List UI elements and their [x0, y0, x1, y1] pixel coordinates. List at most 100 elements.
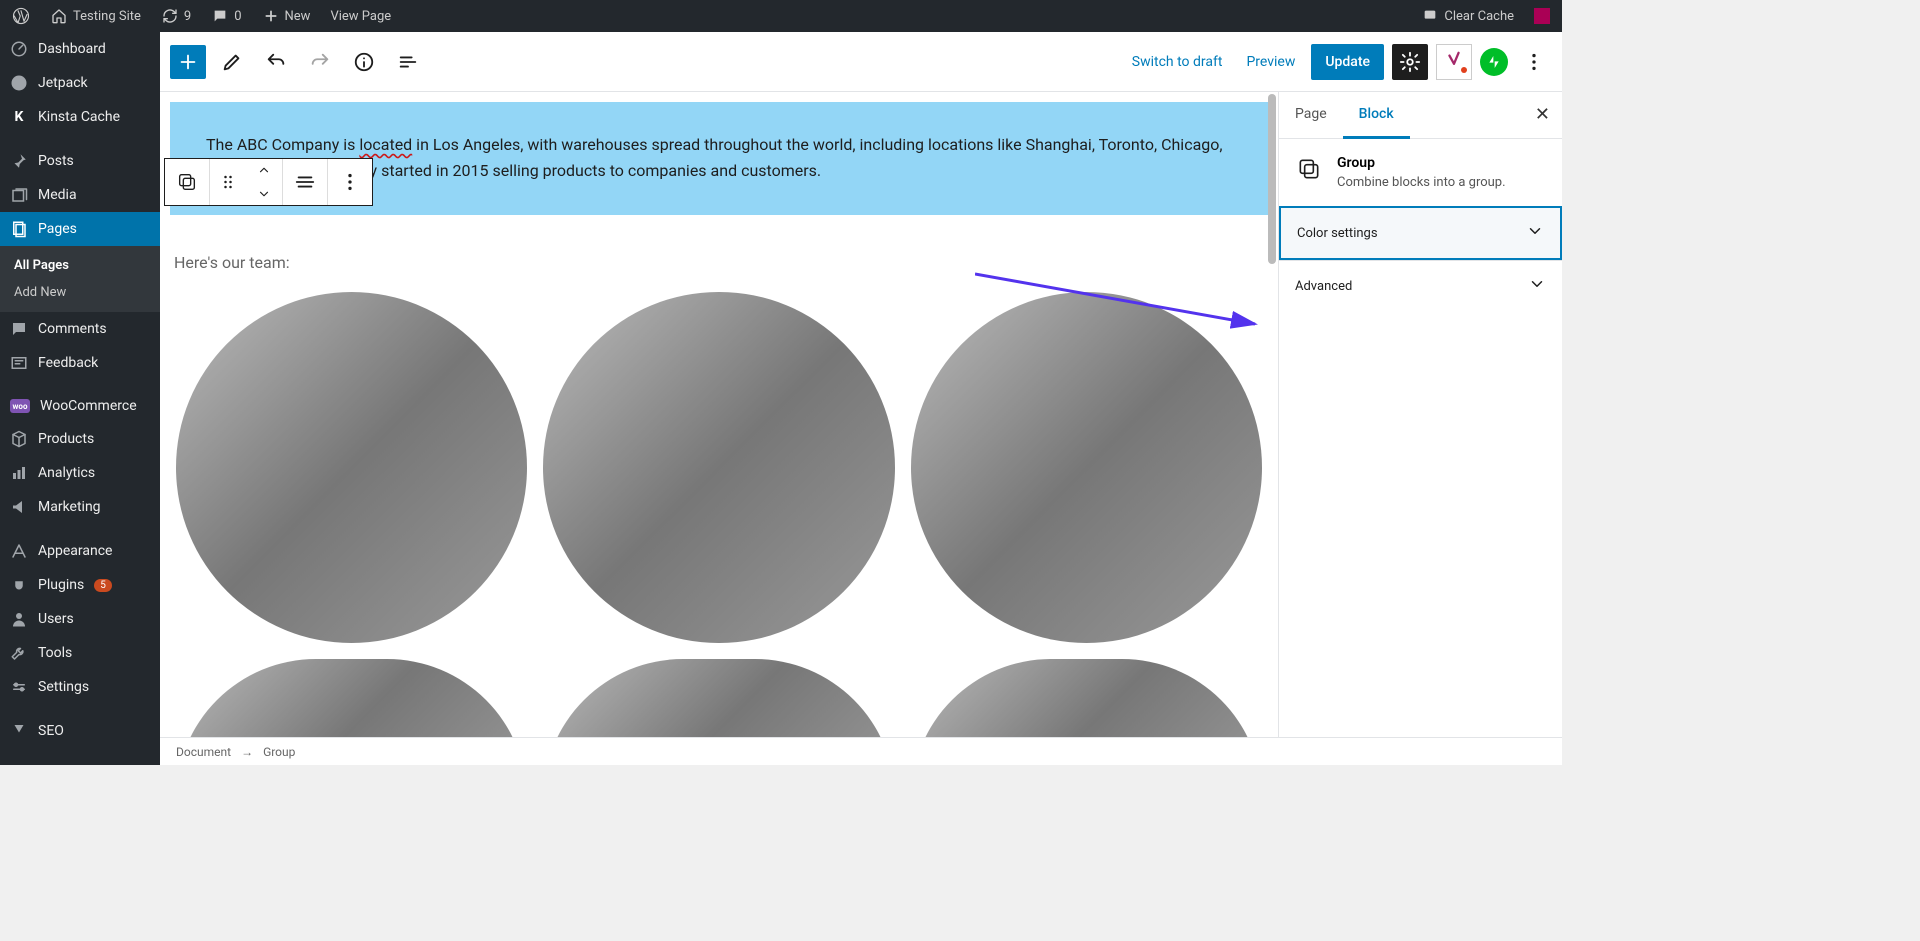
nav-label: Media	[38, 187, 77, 203]
nav-feedback[interactable]: Feedback	[0, 346, 160, 380]
block-inspector: Page Block ✕ Group Combine blocks into a…	[1278, 92, 1562, 737]
update-button[interactable]: Update	[1311, 44, 1384, 80]
tools-icon	[10, 644, 28, 662]
team-image[interactable]	[543, 659, 894, 737]
tab-block[interactable]: Block	[1343, 92, 1410, 139]
nav-appearance[interactable]: Appearance	[0, 534, 160, 568]
team-gallery[interactable]	[170, 292, 1268, 643]
new-link[interactable]: New	[258, 7, 315, 25]
nav-dashboard[interactable]: Dashboard	[0, 32, 160, 66]
block-description: Combine blocks into a group.	[1337, 175, 1506, 190]
nav-tools[interactable]: Tools	[0, 636, 160, 670]
home-icon	[50, 7, 68, 25]
nav-label: Dashboard	[38, 41, 106, 57]
team-image[interactable]	[543, 292, 894, 643]
team-gallery-row2[interactable]	[170, 659, 1268, 737]
breadcrumb: Document → Group	[160, 737, 1562, 765]
clear-cache-link[interactable]: Clear Cache	[1417, 7, 1518, 25]
site-name: Testing Site	[73, 9, 141, 24]
switch-to-draft-button[interactable]: Switch to draft	[1124, 44, 1231, 80]
nav-label: Settings	[38, 679, 89, 695]
tab-page[interactable]: Page	[1279, 92, 1343, 139]
users-icon	[10, 610, 28, 628]
nav-all-pages[interactable]: All Pages	[0, 252, 160, 279]
nav-plugins[interactable]: Plugins 5	[0, 568, 160, 602]
woo-icon: woo	[10, 399, 30, 413]
drag-handle[interactable]	[210, 159, 246, 205]
nav-label: Marketing	[38, 499, 101, 515]
add-block-button[interactable]	[170, 45, 206, 79]
settings-gear-button[interactable]	[1392, 44, 1428, 80]
breadcrumb-group[interactable]: Group	[263, 745, 295, 759]
color-settings-panel[interactable]: Color settings	[1279, 206, 1562, 260]
chevron-down-icon	[1526, 222, 1544, 244]
block-type-button[interactable]	[165, 159, 209, 205]
pin-icon	[10, 152, 28, 170]
nav-kinsta[interactable]: KKinsta Cache	[0, 100, 160, 134]
undo-button[interactable]	[258, 44, 294, 80]
wordpress-icon	[12, 7, 30, 25]
updates-link[interactable]: 9	[157, 7, 195, 25]
editor-canvas[interactable]: The ABC Company is located in Los Angele…	[160, 92, 1278, 737]
nav-jetpack[interactable]: Jetpack	[0, 66, 160, 100]
yoast-button[interactable]	[1436, 44, 1472, 80]
kinsta-icon: K	[10, 108, 28, 126]
editor-toolbar: Switch to draft Preview Update	[160, 32, 1562, 92]
breadcrumb-document[interactable]: Document	[176, 745, 231, 759]
nav-woocommerce[interactable]: wooWooCommerce	[0, 390, 160, 422]
site-link[interactable]: Testing Site	[46, 7, 145, 25]
media-icon	[10, 186, 28, 204]
admin-bar: Testing Site 9 0 New View Page Clear Cac…	[0, 0, 1562, 32]
nav-settings[interactable]: Settings	[0, 670, 160, 704]
nav-comments[interactable]: Comments	[0, 312, 160, 346]
nav-products[interactable]: Products	[0, 422, 160, 456]
nav-label: Products	[38, 431, 94, 447]
plugins-badge: 5	[94, 579, 112, 592]
marketing-icon	[10, 498, 28, 516]
advanced-panel[interactable]: Advanced	[1279, 260, 1562, 311]
team-image[interactable]	[911, 292, 1262, 643]
feedback-icon	[10, 354, 28, 372]
align-button[interactable]	[283, 159, 327, 205]
info-button[interactable]	[346, 44, 382, 80]
outline-button[interactable]	[390, 44, 426, 80]
scrollbar[interactable]	[1268, 94, 1276, 264]
team-image[interactable]	[176, 292, 527, 643]
jetpack-button[interactable]	[1480, 48, 1508, 76]
close-inspector-button[interactable]: ✕	[1523, 92, 1562, 138]
cache-icon	[1421, 7, 1439, 25]
team-heading[interactable]: Here's our team:	[174, 253, 1268, 272]
move-up-button[interactable]	[246, 158, 282, 182]
wp-logo[interactable]	[8, 7, 34, 25]
nav-media[interactable]: Media	[0, 178, 160, 212]
nav-posts[interactable]: Posts	[0, 144, 160, 178]
analytics-icon	[10, 464, 28, 482]
more-options-button[interactable]	[1516, 44, 1552, 80]
nav-seo[interactable]: SEO	[0, 714, 160, 748]
nav-pages-submenu: All Pages Add New	[0, 246, 160, 312]
nav-marketing[interactable]: Marketing	[0, 490, 160, 524]
preview-button[interactable]: Preview	[1238, 44, 1303, 80]
plugins-icon	[10, 576, 28, 594]
profile-link[interactable]	[1530, 8, 1554, 24]
breadcrumb-sep: →	[241, 745, 253, 759]
view-page-link[interactable]: View Page	[326, 9, 395, 24]
nav-label: Posts	[38, 153, 74, 169]
group-icon	[1295, 155, 1323, 183]
team-image[interactable]	[911, 659, 1262, 737]
move-down-button[interactable]	[246, 182, 282, 206]
nav-label: Plugins	[38, 577, 84, 593]
team-image[interactable]	[176, 659, 527, 737]
nav-pages[interactable]: Pages	[0, 212, 160, 246]
nav-add-new[interactable]: Add New	[0, 279, 160, 306]
nav-users[interactable]: Users	[0, 602, 160, 636]
comments-count: 0	[234, 9, 241, 24]
block-more-button[interactable]	[328, 159, 372, 205]
view-page-label: View Page	[330, 9, 391, 24]
nav-label: Users	[38, 611, 74, 627]
edit-mode-button[interactable]	[214, 44, 250, 80]
comments-link[interactable]: 0	[207, 7, 245, 25]
nav-analytics[interactable]: Analytics	[0, 456, 160, 490]
redo-button[interactable]	[302, 44, 338, 80]
nav-label: Pages	[38, 221, 77, 237]
